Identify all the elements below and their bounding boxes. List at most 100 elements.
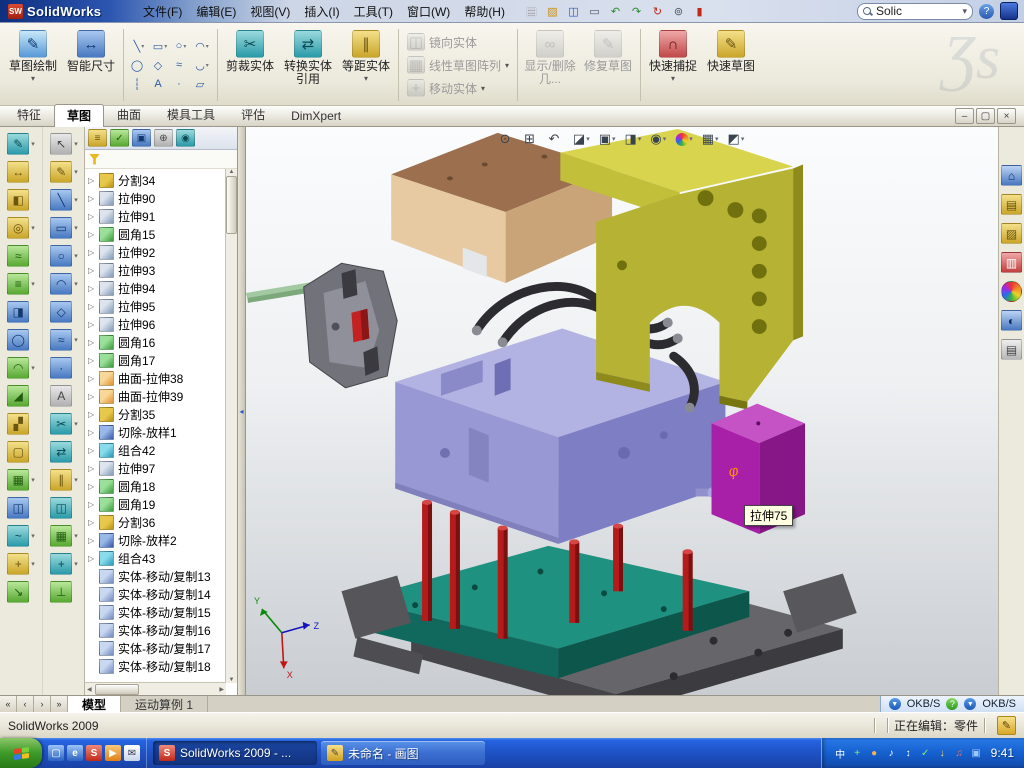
featuremanager-tab[interactable]: ≡ <box>88 129 107 147</box>
edit-appearance-icon[interactable]: ▾ <box>672 131 696 148</box>
tree-item[interactable]: ▷ 圆角18 <box>85 477 226 495</box>
mirror-entities-button[interactable]: ◫ 镜向实体 ▾ <box>404 32 512 52</box>
sketch-icon[interactable]: ✎ ▾ <box>0 130 42 158</box>
tree-item[interactable]: ▷ 组合42 <box>85 441 226 459</box>
zoom-fit-icon[interactable]: ⊙ ▾ <box>497 129 518 149</box>
loft-boss-icon[interactable]: ≡ ▾ <box>0 270 42 298</box>
help-button[interactable]: ? <box>979 4 994 19</box>
first-tab-button[interactable]: « <box>0 696 17 712</box>
offset-entities-button[interactable]: ∥ 等距实体 ▾ <box>337 25 395 105</box>
menu-item[interactable]: 插入(I) <box>297 1 346 22</box>
design-library-icon[interactable]: ▤ <box>1001 194 1022 215</box>
convert-entities-button[interactable]: ⇄ 转换实体引用 ▾ <box>279 25 337 105</box>
repair-sketch-button[interactable]: ✎ 修复草图 ▾ <box>579 25 637 105</box>
select-icon[interactable]: ↖ ▾ <box>43 130 85 158</box>
task-solidworks[interactable]: S SolidWorks 2009 - ... <box>153 741 317 765</box>
sketch-button[interactable]: ✎ 草图绘制 ▾ <box>4 25 62 105</box>
mail-icon[interactable]: ✉ <box>124 745 140 761</box>
text-tool-icon[interactable]: A ▾ <box>150 75 170 93</box>
show-desktop-icon[interactable]: ▢ <box>48 745 64 761</box>
tree-item[interactable]: ▷ 曲面-拉伸38 <box>85 369 226 387</box>
plane-tool-icon[interactable]: ▱ ▾ <box>192 75 212 93</box>
tree-item[interactable]: ▷ 拉伸92 <box>85 243 226 261</box>
tree-item[interactable]: ▷ 圆角19 <box>85 495 226 513</box>
network-icon[interactable]: ↕ <box>902 747 915 760</box>
open-icon[interactable]: ▨ <box>543 2 562 21</box>
display-tray-icon[interactable]: ▣ <box>970 747 983 760</box>
menu-item[interactable]: 编辑(E) <box>189 1 243 22</box>
tree-item[interactable]: ▷ 组合43 <box>85 549 226 567</box>
previous-view-icon[interactable]: ↶ ▾ <box>545 129 566 149</box>
view-orientation-icon[interactable]: ▣ ▾ <box>596 129 619 149</box>
line-tool-icon[interactable]: ╲ ▾ <box>129 37 149 55</box>
tree-vertical-scrollbar[interactable]: ▲ ▼ <box>225 169 237 683</box>
curve-icon[interactable]: ~ ▾ <box>0 522 42 550</box>
next-tab-button[interactable]: › <box>34 696 51 712</box>
minimize-doc-button[interactable]: – <box>955 108 974 124</box>
zoom-area-icon[interactable]: ⊞ ▾ <box>521 129 542 149</box>
messenger-icon[interactable]: ● <box>868 747 881 760</box>
ime-language-icon[interactable]: 中 <box>834 747 847 760</box>
tree-item[interactable]: ▷ 实体-移动/复制17 <box>85 639 226 657</box>
tree-item[interactable]: ▷ 圆角17 <box>85 351 226 369</box>
tree-item[interactable]: ▷ 拉伸96 <box>85 315 226 333</box>
search-dropdown-caret-icon[interactable]: ▾ <box>962 6 967 17</box>
model-tab[interactable]: 模型 <box>68 696 121 712</box>
apply-scene-icon[interactable]: ▦ ▾ <box>699 129 722 149</box>
tree-item[interactable]: ▷ 圆角15 <box>85 225 226 243</box>
commandmanager-tab-features[interactable]: 特征 <box>4 103 54 126</box>
text-icon[interactable]: A ▾ <box>43 382 85 410</box>
rectangle-icon[interactable]: ▭ ▾ <box>43 214 85 242</box>
tree-item[interactable]: ▷ 圆角16 <box>85 333 226 351</box>
media-player-icon[interactable]: ▶ <box>105 745 121 761</box>
view-palette-icon[interactable]: ▥ <box>1001 252 1022 273</box>
arc-tool-icon[interactable]: ◠ ▾ <box>192 37 212 55</box>
rebuild-icon[interactable]: ↻ <box>648 2 667 21</box>
revolve-boss-icon[interactable]: ◎ ▾ <box>0 214 42 242</box>
configurationmanager-tab[interactable]: ▣ <box>132 129 151 147</box>
linear-sketch-pattern-button[interactable]: ▦ 线性草图阵列 ▾ <box>404 55 512 75</box>
mirror-icon[interactable]: ◫ ▾ <box>0 494 42 522</box>
swept-boss-icon[interactable]: ≈ ▾ <box>0 242 42 270</box>
cut-extrude-icon[interactable]: ◨ ▾ <box>0 298 42 326</box>
updates-icon[interactable]: ↓ <box>936 747 949 760</box>
circle-tool-icon[interactable]: ○ ▾ <box>171 37 191 55</box>
scroll-up-icon[interactable]: ▲ <box>227 169 237 175</box>
display-delete-relations-button[interactable]: ∞ 显示/删除几... ▾ <box>521 25 579 105</box>
smart-dimension-button[interactable]: ↔ 智能尺寸 ▾ <box>62 25 120 105</box>
view-settings-icon[interactable]: ◩ ▾ <box>725 129 748 149</box>
quick-snaps-button[interactable]: ∩ 快速捕捉 ▾ <box>644 25 702 105</box>
menu-item[interactable]: 工具(T) <box>347 1 400 22</box>
polygon-icon[interactable]: ◇ ▾ <box>43 298 85 326</box>
commandmanager-tab-surfaces[interactable]: 曲面 <box>104 103 154 126</box>
chamfer-icon[interactable]: ◢ ▾ <box>0 382 42 410</box>
trim-entities-button[interactable]: ✂ 剪裁实体 ▾ <box>221 25 279 105</box>
spline-icon[interactable]: ≈ ▾ <box>43 326 85 354</box>
move-entities-button[interactable]: + 移动实体 ▾ <box>404 78 512 98</box>
save-icon[interactable]: ◫ <box>564 2 583 21</box>
monitor-help-icon[interactable]: ? <box>946 698 958 710</box>
tree-item[interactable]: ▷ 分割36 <box>85 513 226 531</box>
print-icon[interactable]: ▭ <box>585 2 604 21</box>
hide-show-items-icon[interactable]: ◉ ▾ <box>647 129 669 149</box>
commandmanager-tab-sketch[interactable]: 草图 <box>54 104 104 127</box>
menu-item[interactable]: 窗口(W) <box>400 1 457 22</box>
file-explorer-icon[interactable]: ▨ <box>1001 223 1022 244</box>
close-doc-button[interactable]: × <box>997 108 1016 124</box>
media-tray-icon[interactable]: ♫ <box>953 747 966 760</box>
commandmanager-tab-evaluate[interactable]: 评估 <box>228 103 278 126</box>
edit-sketch-indicator-icon[interactable]: ✎ <box>997 716 1016 735</box>
collapse-panel-icon[interactable]: ◂ <box>239 407 243 416</box>
undo-icon[interactable]: ↶ <box>606 2 625 21</box>
commandmanager-tab-dimxpert[interactable]: DimXpert <box>278 106 354 126</box>
tree-item[interactable]: ▷ 切除-放样1 <box>85 423 226 441</box>
tree-item[interactable]: ▷ 分割34 <box>85 171 226 189</box>
menu-item[interactable]: 帮助(H) <box>457 1 512 22</box>
scroll-thumb[interactable] <box>226 176 237 234</box>
tree-item[interactable]: ▷ 分割35 <box>85 405 226 423</box>
sketch-pattern-icon[interactable]: ▦ ▾ <box>43 522 85 550</box>
restore-doc-button[interactable]: ▢ <box>976 108 995 124</box>
tree-item[interactable]: ▷ 实体-移动/复制18 <box>85 657 226 675</box>
propertymanager-tab[interactable]: ✓ <box>110 129 129 147</box>
linear-pattern-icon[interactable]: ▦ ▾ <box>0 466 42 494</box>
